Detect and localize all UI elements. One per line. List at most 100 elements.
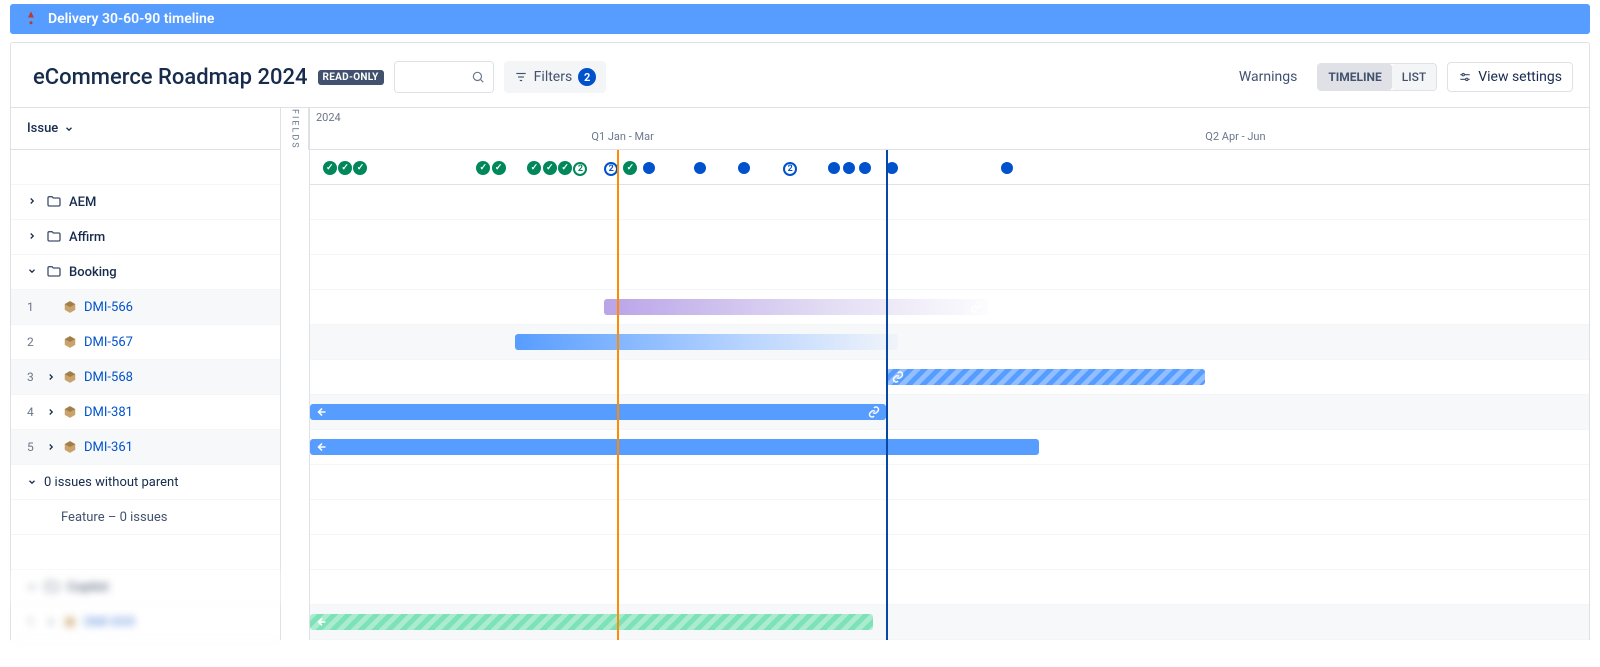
timeline-bar[interactable] — [310, 614, 873, 630]
timeline-row[interactable] — [310, 325, 1589, 360]
release-marker[interactable] — [843, 162, 855, 174]
release-line — [886, 150, 888, 640]
quarter-label: Q1 Jan - Mar — [591, 130, 653, 143]
today-line — [617, 150, 619, 640]
timeline-bar[interactable] — [310, 439, 1039, 455]
chevron-down-icon — [27, 582, 37, 592]
issue-key[interactable]: DMI-568 — [84, 370, 133, 385]
issue-column: Issue AEM Affirm Booking — [11, 108, 281, 640]
banner-title: Delivery 30-60-90 timeline — [48, 11, 214, 27]
blurred-issue-row: 1 DMI-XXX — [11, 605, 280, 640]
issue-column-label: Issue — [27, 121, 58, 136]
package-icon — [63, 370, 77, 384]
arrow-left-icon — [316, 441, 328, 453]
release-marker[interactable] — [738, 162, 750, 174]
issue-key[interactable]: DMI-566 — [84, 300, 133, 315]
view-settings-button[interactable]: View settings — [1447, 62, 1573, 92]
chevron-right-icon — [46, 617, 56, 627]
issue-row[interactable]: 4 DMI-381 — [11, 395, 280, 430]
settings-icon — [1458, 70, 1472, 84]
plan-title: eCommerce Roadmap 2024 — [33, 65, 308, 90]
issue-row[interactable]: 2 DMI-567 — [11, 325, 280, 360]
folder-icon — [46, 229, 62, 245]
package-icon — [63, 440, 77, 454]
arrow-left-icon — [316, 616, 328, 628]
list-toggle[interactable]: LIST — [1392, 64, 1436, 90]
timeline-row[interactable] — [310, 360, 1589, 395]
search-input[interactable] — [394, 61, 494, 93]
group-name: Affirm — [69, 230, 105, 245]
timeline-bar[interactable] — [886, 369, 1206, 385]
chevron-right-icon — [27, 231, 37, 241]
issue-row[interactable]: 1 DMI-566 — [11, 290, 280, 325]
release-markers-row: 222 — [310, 150, 1589, 185]
release-marker[interactable] — [859, 162, 871, 174]
view-toggle: TIMELINE LIST — [1317, 63, 1437, 91]
search-icon — [471, 70, 485, 84]
issue-column-header[interactable]: Issue — [11, 108, 280, 150]
view-settings-label: View settings — [1478, 69, 1562, 85]
issue-row[interactable]: 5 DMI-361 — [11, 430, 280, 465]
issue-row[interactable]: 3 DMI-568 — [11, 360, 280, 395]
release-marker[interactable] — [338, 161, 352, 175]
timeline-toggle[interactable]: TIMELINE — [1318, 64, 1391, 90]
fields-label: FIELDS — [281, 108, 309, 150]
blurred-group-row: Copilot — [11, 570, 280, 605]
issue-key[interactable]: DMI-381 — [84, 405, 133, 420]
release-marker[interactable] — [1001, 162, 1013, 174]
marker-row-left — [11, 150, 280, 185]
release-marker[interactable] — [527, 161, 541, 175]
chevron-down-icon — [27, 266, 37, 276]
timeline-pane[interactable]: 2024 Q1 Jan - Mar Q2 Apr - Jun 222 — [310, 108, 1589, 640]
group-row[interactable]: Booking — [11, 255, 280, 290]
quarter-label: Q2 Apr - Jun — [1205, 130, 1265, 143]
timeline-bar[interactable] — [515, 334, 899, 350]
warnings-button[interactable]: Warnings — [1229, 63, 1308, 91]
folder-icon — [46, 194, 62, 210]
filters-label: Filters — [534, 69, 573, 85]
issue-key[interactable]: DMI-361 — [84, 440, 133, 455]
release-marker[interactable] — [694, 162, 706, 174]
row-number: 1 — [27, 300, 39, 314]
timeline-row[interactable] — [310, 430, 1589, 465]
fields-column[interactable]: FIELDS — [281, 108, 310, 640]
chevron-right-icon — [27, 196, 37, 206]
timeline-bar[interactable] — [310, 404, 886, 420]
row-number: 2 — [27, 335, 39, 349]
timeline-row[interactable] — [310, 605, 1589, 640]
link-icon — [868, 406, 880, 418]
group-name: Booking — [69, 265, 117, 280]
release-marker[interactable] — [323, 161, 337, 175]
issue-key[interactable]: DMI-567 — [84, 335, 133, 350]
release-marker[interactable] — [828, 162, 840, 174]
release-marker[interactable] — [476, 161, 490, 175]
timeline-row[interactable] — [310, 290, 1589, 325]
release-marker[interactable] — [558, 161, 572, 175]
row-number: 4 — [27, 405, 39, 419]
release-marker[interactable]: 2 — [783, 162, 797, 176]
chevron-right-icon — [46, 407, 56, 417]
timeline-header: 2024 Q1 Jan - Mar Q2 Apr - Jun — [310, 108, 1589, 150]
release-marker[interactable] — [643, 162, 655, 174]
goal-icon — [22, 10, 40, 28]
release-marker[interactable] — [623, 161, 637, 175]
group-name: Copilot — [67, 580, 109, 595]
release-marker[interactable]: 2 — [573, 162, 587, 176]
timeline-row[interactable] — [310, 395, 1589, 430]
chevron-down-icon — [27, 477, 37, 487]
package-icon — [63, 335, 77, 349]
timeline-bar[interactable] — [604, 299, 988, 315]
group-name: AEM — [69, 195, 96, 210]
group-row[interactable]: Affirm — [11, 220, 280, 255]
row-number: 3 — [27, 370, 39, 384]
release-marker[interactable] — [543, 161, 557, 175]
release-marker[interactable] — [353, 161, 367, 175]
no-parent-row[interactable]: 0 issues without parent — [11, 465, 280, 500]
release-marker[interactable] — [492, 161, 506, 175]
chevron-right-icon — [46, 372, 56, 382]
filters-button[interactable]: Filters 2 — [504, 61, 607, 93]
feature-count-label: Feature – 0 issues — [61, 510, 167, 525]
group-row[interactable]: AEM — [11, 185, 280, 220]
readonly-badge: READ-ONLY — [318, 70, 384, 85]
chevron-down-icon — [64, 124, 74, 134]
